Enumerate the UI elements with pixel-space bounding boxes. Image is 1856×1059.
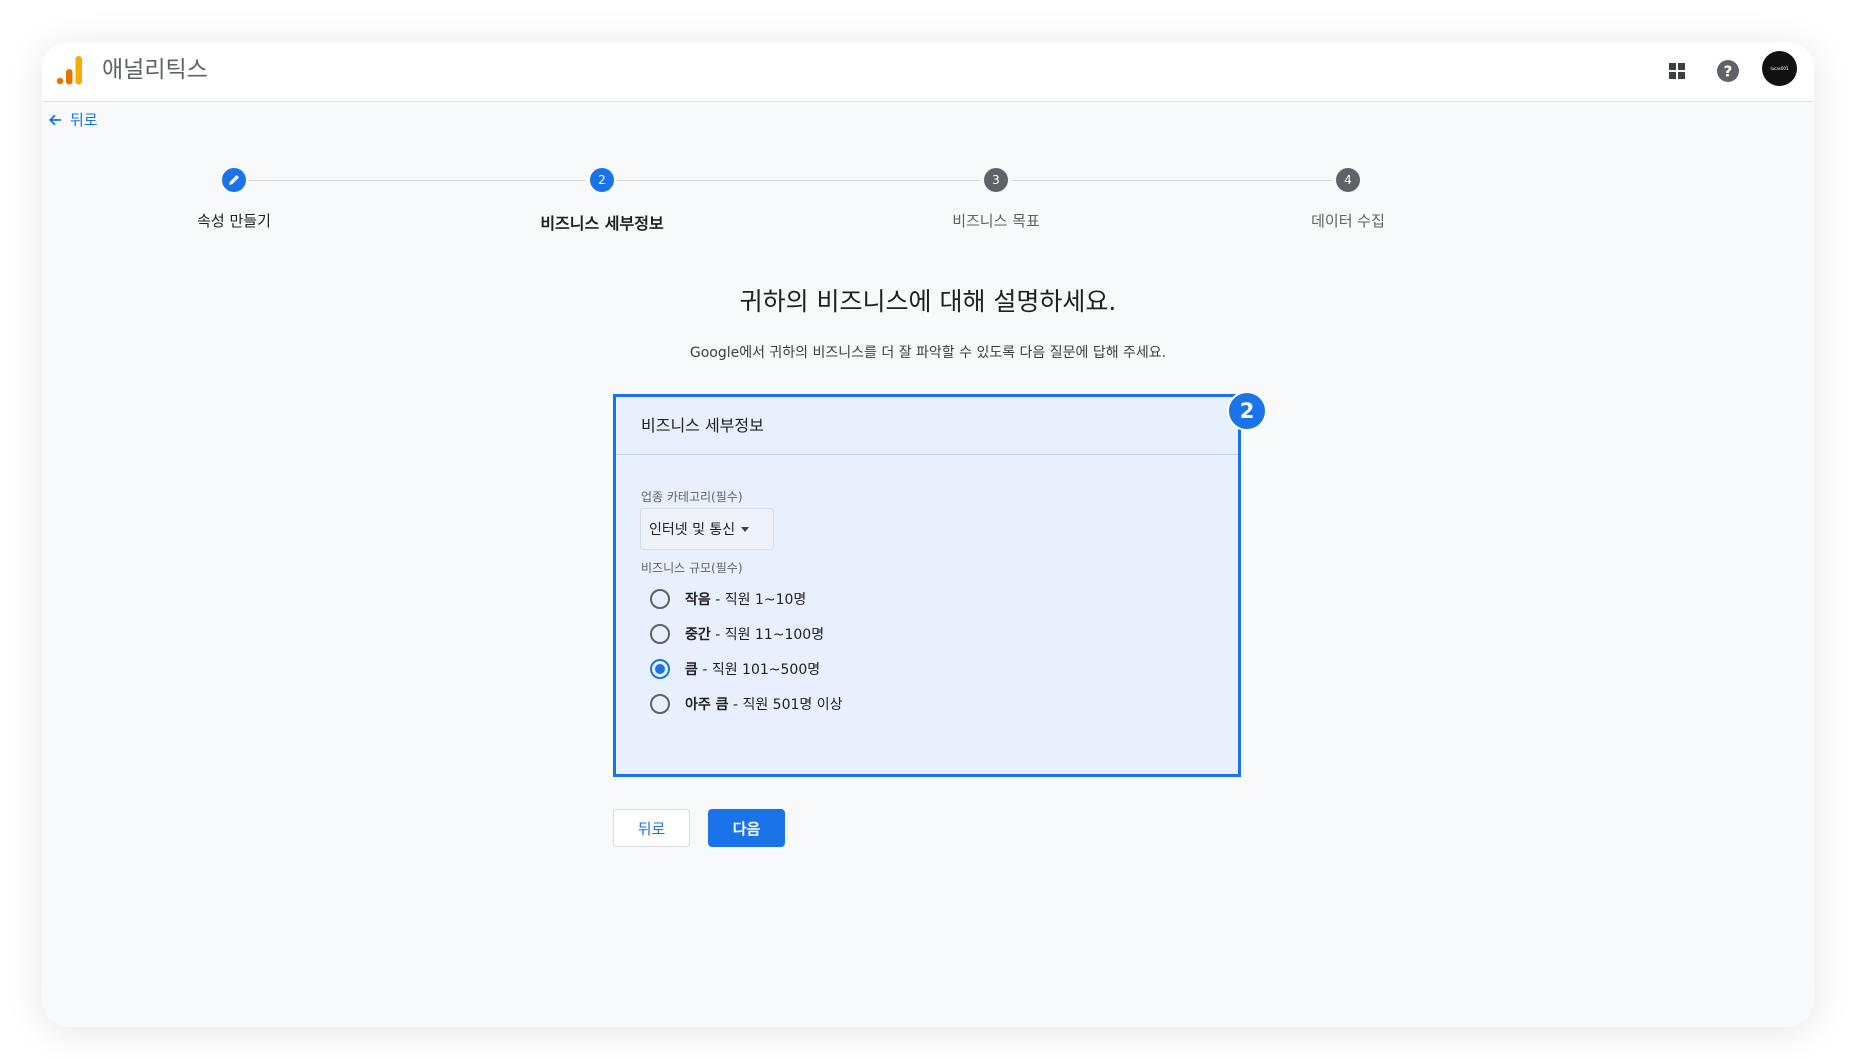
option-name: 중간 xyxy=(685,627,711,643)
step-4-marker: 4 xyxy=(1336,168,1360,192)
step-connector xyxy=(248,180,586,181)
size-option-small[interactable]: 작음 - 직원 1~10명 xyxy=(650,587,806,611)
stepper: 2 3 4 속성 만들기 비즈니스 세부정보 비즈니스 목표 데이터 수집 xyxy=(42,165,1814,245)
card-title: 비즈니스 세부정보 xyxy=(616,397,1238,455)
pencil-icon xyxy=(229,175,239,185)
step-4-label: 데이터 수집 xyxy=(1311,212,1385,230)
industry-label: 업종 카테고리(필수) xyxy=(641,490,743,504)
radio-button[interactable] xyxy=(650,589,670,609)
radio-button[interactable] xyxy=(650,694,670,714)
industry-select-value: 인터넷 및 통신 xyxy=(649,522,736,538)
option-name: 아주 큼 xyxy=(685,697,729,713)
step-badge: 2 xyxy=(1227,391,1267,431)
caret-down-icon xyxy=(741,526,750,532)
step-connector xyxy=(616,180,981,181)
avatar[interactable]: lucas001 xyxy=(1762,51,1797,86)
page-heading: 귀하의 비즈니스에 대해 설명하세요. xyxy=(739,287,1117,316)
analytics-bars-icon[interactable] xyxy=(54,54,84,86)
top-bar: 애널리틱스 ? lucas001 xyxy=(42,42,1814,102)
back-link[interactable]: 뒤로 xyxy=(48,109,98,130)
business-details-card: 비즈니스 세부정보 업종 카테고리(필수) 인터넷 및 통신 비즈니스 규모(필… xyxy=(613,394,1241,777)
option-detail: - 직원 101~500명 xyxy=(697,662,821,678)
step-2-marker: 2 xyxy=(590,168,614,192)
page-subheading: Google에서 귀하의 비즈니스를 더 잘 파악할 수 있도록 다음 질문에 … xyxy=(689,345,1167,361)
option-detail: - 직원 11~100명 xyxy=(710,627,825,643)
next-button[interactable]: 다음 xyxy=(708,809,785,847)
step-3-label: 비즈니스 목표 xyxy=(952,212,1040,230)
step-1-edit-icon[interactable] xyxy=(222,168,246,192)
option-detail: - 직원 501명 이상 xyxy=(728,697,843,713)
svg-text:?: ? xyxy=(1724,63,1733,81)
app-window: 애널리틱스 ? lucas001 뒤로 2 3 4 속성 만들기 비즈니스 세부… xyxy=(42,42,1814,1027)
size-option-very-large[interactable]: 아주 큼 - 직원 501명 이상 xyxy=(650,692,843,716)
arrow-left-icon xyxy=(48,114,61,125)
size-option-medium[interactable]: 중간 - 직원 11~100명 xyxy=(650,622,824,646)
step-3-marker: 3 xyxy=(984,168,1008,192)
industry-select[interactable]: 인터넷 및 통신 xyxy=(640,508,774,550)
apps-grid-icon[interactable] xyxy=(1662,56,1692,86)
business-size-label: 비즈니스 규모(필수) xyxy=(641,561,743,575)
step-connector xyxy=(1011,180,1333,181)
step-1-label: 속성 만들기 xyxy=(197,212,271,230)
size-option-large[interactable]: 큼 - 직원 101~500명 xyxy=(650,657,820,681)
option-name: 큼 xyxy=(685,662,698,678)
step-2-label: 비즈니스 세부정보 xyxy=(540,214,664,233)
radio-button[interactable] xyxy=(650,624,670,644)
option-detail: - 직원 1~10명 xyxy=(710,592,807,608)
back-button[interactable]: 뒤로 xyxy=(613,809,690,847)
help-icon[interactable]: ? xyxy=(1713,56,1743,86)
radio-button-checked[interactable] xyxy=(650,659,670,679)
option-name: 작음 xyxy=(685,592,711,608)
back-link-label: 뒤로 xyxy=(70,111,98,129)
app-title: 애널리틱스 xyxy=(102,57,208,83)
